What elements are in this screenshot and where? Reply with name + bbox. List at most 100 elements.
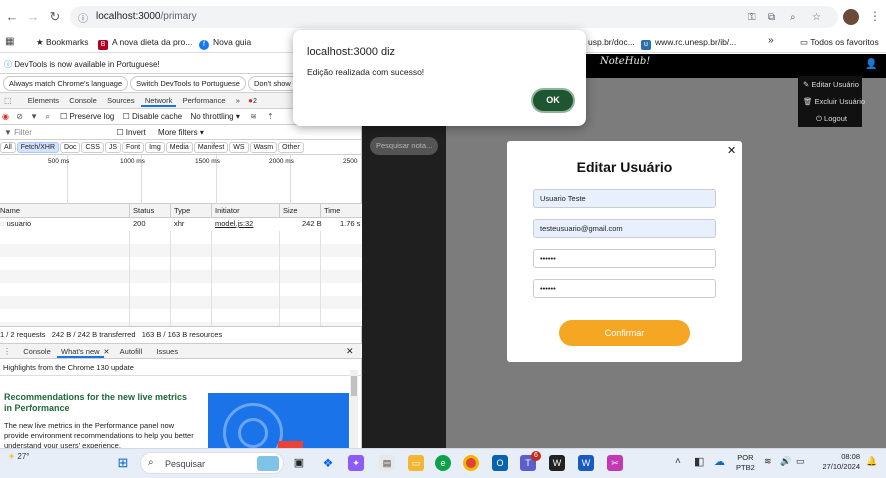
onedrive-icon[interactable]: ☁ [714,455,725,468]
tray-app-icon[interactable]: ◧ [694,455,704,468]
tab-elements[interactable]: Elements [24,96,63,105]
drawer-scrollbar[interactable] [350,370,358,448]
password-field[interactable]: •••••• [533,249,716,268]
invert-checkbox[interactable]: ☐ Invert [116,128,145,137]
filter-type-doc[interactable]: Doc [60,142,81,153]
file-explorer-icon[interactable]: ▤ [379,455,395,471]
filter-type-other[interactable]: Other [278,142,304,153]
apps-grid-icon[interactable]: ▦ [5,36,14,47]
all-bookmarks-folder[interactable]: ▭ Todos os favoritos [800,37,879,48]
address-bar[interactable]: ⓘ localhost:3000/primary ⚿ ⧉ ⌕ ☆ [70,6,838,28]
filter-type-all[interactable]: All [0,142,16,153]
filter-type-manifest[interactable]: Manifest [193,142,229,153]
translate-icon[interactable]: ⧉ [768,12,775,23]
filter-type-css[interactable]: CSS [81,142,104,153]
filter-funnel-icon[interactable]: ▼ [30,112,38,121]
battery-icon[interactable]: ▭ [796,456,805,467]
volume-icon[interactable]: 🔊 [780,456,791,467]
bookmarks-overflow-chevron[interactable]: » [768,35,774,46]
bookmark-item[interactable]: f Nova guia [199,37,251,50]
chrome-icon[interactable] [463,455,479,471]
table-row[interactable]: ◌ usuario 200 xhr model.js:32 242 B 1.76… [0,218,362,231]
menu-item-edit-user[interactable]: ✎ Editar Usuário [803,80,859,89]
tab-performance[interactable]: Performance [179,96,230,105]
filter-type-font[interactable]: Font [122,142,145,153]
menu-kebab-icon[interactable]: ⋮ [869,9,881,23]
bookmark-item[interactable]: u www.rc.unesp.br/ib/... [641,37,736,50]
drawer-tab-autofill[interactable]: Autofill [116,347,147,356]
close-tab-icon[interactable]: ✕ [104,349,110,356]
profile-avatar[interactable] [843,9,859,25]
windows-start-icon[interactable]: ⊞ [115,455,131,471]
back-icon[interactable]: ← [3,8,21,26]
network-overview-timeline[interactable]: 500 ms 1000 ms 1500 ms 2000 ms 2500 [0,155,362,204]
menu-item-logout[interactable]: ⏻ Logout [816,114,847,124]
snipping-tool-icon[interactable]: ✂ [607,455,623,471]
article-title[interactable]: Recommendations for the new live metrics… [4,392,194,414]
filter-type-js[interactable]: JS [104,142,122,153]
name-field[interactable]: Usuario Teste [533,189,716,208]
close-drawer-icon[interactable]: ✕ [346,346,354,357]
confirm-password-field[interactable]: •••••• [533,279,716,298]
edge-icon[interactable]: e [435,455,451,471]
request-initiator-link[interactable]: model.js:32 [212,218,253,230]
menu-item-delete-user[interactable]: 🗑 Excluir Usuário [803,97,865,106]
drawer-tab-whats-new[interactable]: What's new [57,347,104,358]
preserve-log-checkbox[interactable]: ☐ Preserve log [60,112,114,121]
app-icon[interactable]: W [549,455,565,471]
reload-icon[interactable]: ↻ [46,8,64,26]
dropbox-icon[interactable]: ❖ [320,455,336,471]
taskbar-search[interactable]: ⌕ Pesquisar [140,452,284,474]
col-initiator[interactable]: Initiator [211,204,240,218]
throttling-select[interactable]: No throttling ▾ [190,112,239,121]
language-indicator[interactable]: POR PTB2 [736,453,755,473]
bookmark-item[interactable]: usp.br/doc... [588,37,635,47]
word-icon[interactable]: W [578,455,594,471]
user-icon[interactable]: 👤 [865,59,877,70]
bookmark-item[interactable]: ★ Bookmarks [36,37,89,48]
weather-widget[interactable]: ☀ 27° [8,452,30,461]
filter-type-fetch-xhr[interactable]: Fetch/XHR [16,142,60,153]
password-key-icon[interactable]: ⚿ [748,12,756,23]
confirm-button[interactable]: Confirmar [559,320,690,346]
col-size[interactable]: Size [279,204,298,218]
wifi-icon[interactable]: ≋ [764,456,772,467]
col-time[interactable]: Time [320,204,340,218]
tab-network[interactable]: Network [140,96,177,107]
drawer-tab-console[interactable]: Console [19,347,55,356]
search-icon[interactable]: ⌕ [45,112,49,121]
filter-type-media[interactable]: Media [165,142,193,153]
copilot-icon[interactable]: ✦ [348,455,364,471]
close-modal-icon[interactable]: ✕ [727,144,736,157]
disable-cache-checkbox[interactable]: ☐ Disable cache [123,112,183,121]
drawer-menu-icon[interactable]: ⋮ [3,347,11,356]
folder-icon[interactable]: ▭ [408,455,424,471]
more-filters-dropdown[interactable]: More filters ▾ [158,128,204,137]
switch-portuguese-button[interactable]: Switch DevTools to Portuguese [130,76,246,91]
record-icon[interactable]: ◉ [2,112,9,121]
tab-sources[interactable]: Sources [103,96,139,105]
clock[interactable]: 08:08 27/10/2024 [812,452,860,472]
match-language-button[interactable]: Always match Chrome's language [3,76,129,91]
notification-bell-icon[interactable]: 🔔 [866,456,877,467]
ok-button[interactable]: OK [531,88,575,113]
forward-icon[interactable]: → [24,8,42,26]
filter-type-wasm[interactable]: Wasm [249,142,278,153]
col-status[interactable]: Status [129,204,154,218]
tab-console[interactable]: Console [65,96,101,105]
drawer-tab-issues[interactable]: Issues [152,347,182,356]
upload-icon[interactable]: ⇡ [267,112,274,121]
search-notes-input[interactable]: Pesquisar nota... [370,137,438,155]
filter-input[interactable]: Filter [14,128,114,137]
email-field[interactable]: testeusuario@gmail.com [533,219,716,238]
tray-chevron-icon[interactable]: ˄ [675,456,681,467]
task-view-icon[interactable]: ▣ [291,455,307,471]
inspect-icon[interactable]: ⬚ [4,96,12,105]
bookmark-star-icon[interactable]: ☆ [812,12,821,23]
tabs-overflow[interactable]: » [232,96,244,105]
bookmark-item[interactable]: BA nova dieta da pro... [98,37,192,50]
wifi-icon[interactable]: ≋ [250,112,257,121]
col-type[interactable]: Type [170,204,190,218]
col-name[interactable]: Name [0,204,20,218]
filter-type-img[interactable]: Img [145,142,165,153]
